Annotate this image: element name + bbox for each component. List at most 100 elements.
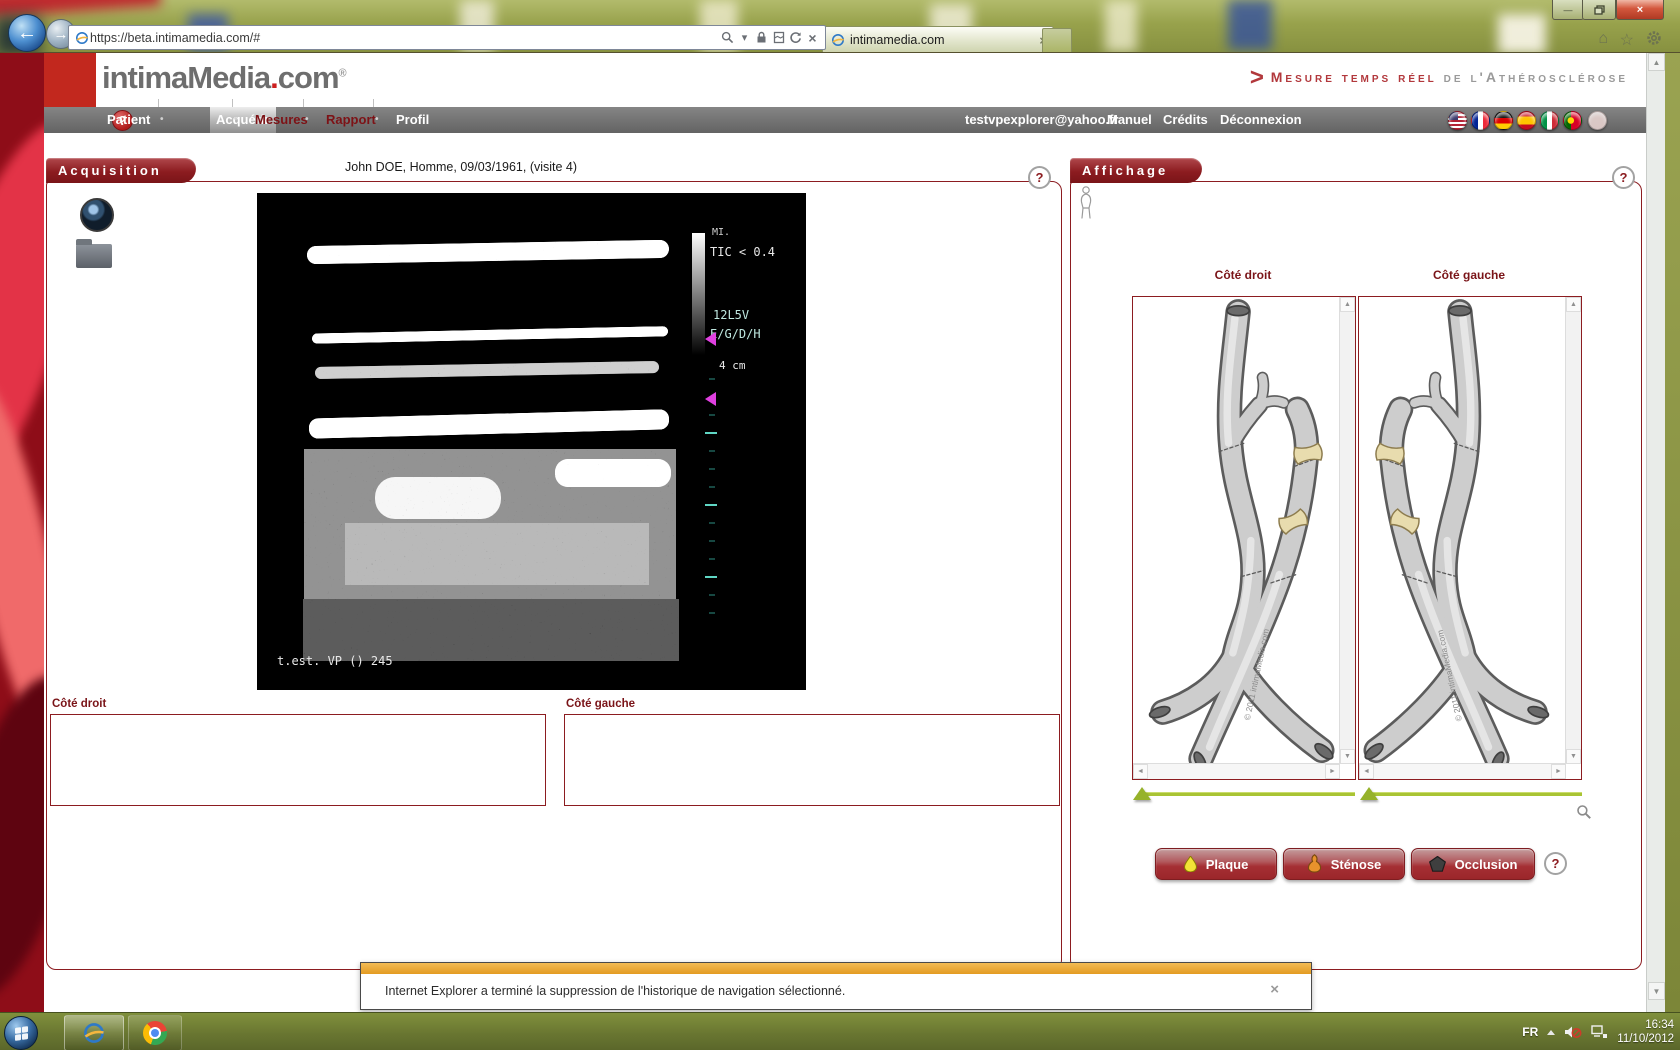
taskbar-ie-button[interactable]	[64, 1015, 124, 1050]
folder-icon[interactable]	[76, 244, 112, 268]
it-flag-icon[interactable]	[1540, 111, 1559, 130]
scroll-down-icon[interactable]: ▼	[1566, 749, 1581, 764]
stop-icon[interactable]: ×	[804, 29, 821, 46]
nav-separator: •	[375, 107, 379, 133]
scroll-right-icon[interactable]: ►	[1551, 764, 1566, 779]
affichage-title: Affichage	[1082, 163, 1168, 178]
close-icon: ×	[1637, 4, 1643, 16]
search-caret-icon[interactable]: ▾	[736, 29, 753, 46]
scroll-left-icon[interactable]: ◄	[1133, 764, 1148, 779]
slider-handle[interactable]	[1133, 787, 1151, 800]
diagram-vscrollbar[interactable]: ▲ ▼	[1565, 297, 1581, 764]
ultrasound-image[interactable]: MI. TIC < 0.4 12L5V E/G/D/H 4 cm t.est. …	[257, 193, 806, 690]
tray-date: 11/10/2012	[1617, 1032, 1674, 1046]
zoom-slider-right[interactable]	[1133, 786, 1355, 802]
site-tagline: > Mesure temps réel de l'Athérosclérose	[1250, 64, 1628, 92]
scroll-right-icon[interactable]: ►	[1325, 764, 1340, 779]
nav-item-deconnexion[interactable]: Déconnexion	[1220, 107, 1302, 133]
nav-separator: •	[160, 107, 164, 133]
home-icon[interactable]: ⌂	[1598, 30, 1608, 48]
window-minimize-button[interactable]: —	[1552, 0, 1584, 20]
carotid-diagram-right[interactable]: © 2011 intimaMedia.com	[1133, 297, 1340, 764]
carotid-diagram-left[interactable]: © 2011 intimaMedia.com	[1359, 297, 1566, 764]
chrome-icon	[143, 1021, 167, 1045]
search-icon[interactable]	[719, 29, 736, 46]
language-indicator[interactable]: FR	[1522, 1025, 1538, 1039]
legend-help-icon[interactable]: ?	[1544, 852, 1567, 875]
affichage-help-icon[interactable]: ?	[1612, 166, 1635, 189]
diagram-vscrollbar[interactable]: ▲ ▼	[1339, 297, 1355, 764]
nav-item-manuel[interactable]: Manuel	[1107, 107, 1152, 133]
url-text[interactable]: https://beta.intimamedia.com/#	[90, 31, 719, 45]
logo-text: intimaMedia	[102, 60, 270, 95]
acquisition-left-side-box[interactable]	[564, 714, 1060, 806]
notification-close-icon[interactable]: ×	[1270, 981, 1279, 998]
browser-scrollbar[interactable]: ▲ ▼	[1646, 52, 1665, 1012]
main-navigation: ? Patient • Acquérir • Mesures • Rapport…	[44, 107, 1646, 133]
plaque-icon	[1184, 856, 1197, 872]
nav-tick	[373, 99, 374, 107]
us-flag-icon[interactable]	[1448, 111, 1467, 130]
compatibility-view-icon[interactable]	[770, 29, 787, 46]
fr-flag-icon[interactable]	[1471, 111, 1490, 130]
acquisition-right-side-box[interactable]	[50, 714, 546, 806]
tray-expand-icon[interactable]	[1547, 1030, 1555, 1035]
system-tray: FR 16:34 11/10/2012	[1522, 1013, 1674, 1050]
scroll-up-icon[interactable]: ▲	[1566, 297, 1581, 312]
scroll-up-icon[interactable]: ▲	[1340, 297, 1355, 312]
diagram-hscrollbar[interactable]: ◄ ►	[1359, 763, 1566, 779]
new-tab-button[interactable]	[1042, 28, 1072, 53]
settings-gear-icon[interactable]	[1646, 30, 1662, 51]
address-bar[interactable]: https://beta.intimamedia.com/# ▾ ×	[68, 25, 826, 50]
red-wave-shape	[0, 664, 44, 1011]
de-flag-icon[interactable]	[1494, 111, 1513, 130]
start-button[interactable]	[4, 1016, 38, 1050]
occlusion-icon	[1429, 856, 1446, 872]
slider-handle[interactable]	[1360, 787, 1378, 800]
scroll-left-icon[interactable]: ◄	[1359, 764, 1374, 779]
account-email[interactable]: testvpexplorer@yahoo.fr	[965, 107, 1119, 133]
es-flag-icon[interactable]	[1517, 111, 1536, 130]
volume-muted-icon[interactable]	[1564, 1024, 1582, 1040]
nav-item-rapport[interactable]: Rapport	[326, 107, 376, 133]
scroll-down-icon[interactable]: ▼	[1648, 982, 1665, 1000]
us-probe-label: 12L5V	[713, 308, 749, 322]
ie-favicon	[73, 29, 90, 46]
nav-tick	[232, 99, 233, 107]
tray-time: 16:34	[1617, 1018, 1674, 1032]
extra-flag-icon[interactable]	[1588, 111, 1607, 130]
stenose-button[interactable]: Sténose	[1283, 848, 1405, 880]
acquisition-help-icon[interactable]: ?	[1028, 166, 1051, 189]
diagram-box-right[interactable]: © 2011 intimaMedia.com ▲ ▼ ◄ ►	[1132, 296, 1356, 780]
nav-item-patient[interactable]: Patient	[107, 107, 150, 133]
occlusion-button[interactable]: Occlusion	[1411, 848, 1535, 880]
person-icon[interactable]	[1078, 186, 1094, 225]
favorites-star-icon[interactable]: ☆	[1620, 30, 1634, 50]
clock[interactable]: 16:34 11/10/2012	[1617, 1018, 1674, 1046]
scroll-down-icon[interactable]: ▼	[1340, 749, 1355, 764]
nav-item-profil[interactable]: Profil	[396, 107, 429, 133]
window-close-button[interactable]: ×	[1616, 0, 1664, 20]
minimize-icon: —	[1564, 5, 1573, 15]
diagram-hscrollbar[interactable]: ◄ ►	[1133, 763, 1340, 779]
camera-icon[interactable]	[80, 198, 114, 232]
browser-back-button[interactable]: ←	[8, 14, 46, 52]
zoom-slider-left[interactable]	[1360, 786, 1582, 802]
diagram-box-left[interactable]: © 2011 intimaMedia.com ▲ ▼ ◄ ►	[1358, 296, 1582, 780]
plaque-button[interactable]: Plaque	[1155, 848, 1277, 880]
taskbar-chrome-button[interactable]	[128, 1015, 182, 1050]
network-icon[interactable]	[1591, 1025, 1608, 1040]
refresh-icon[interactable]	[787, 29, 804, 46]
notification-amber-bar	[361, 963, 1311, 974]
slider-track[interactable]	[1143, 792, 1355, 796]
browser-tab[interactable]: intimamedia.com ×	[822, 26, 1054, 53]
magnifier-icon[interactable]	[1576, 804, 1592, 825]
nav-item-credits[interactable]: Crédits	[1163, 107, 1208, 133]
nav-item-mesures[interactable]: Mesures	[255, 107, 308, 133]
window-restore-button[interactable]	[1582, 0, 1616, 20]
scroll-up-icon[interactable]: ▲	[1648, 53, 1665, 71]
slider-track[interactable]	[1370, 792, 1582, 796]
site-logo[interactable]: intimaMedia.com®	[102, 60, 346, 96]
plaque-label: Plaque	[1206, 857, 1249, 872]
pt-flag-icon[interactable]	[1563, 111, 1582, 130]
